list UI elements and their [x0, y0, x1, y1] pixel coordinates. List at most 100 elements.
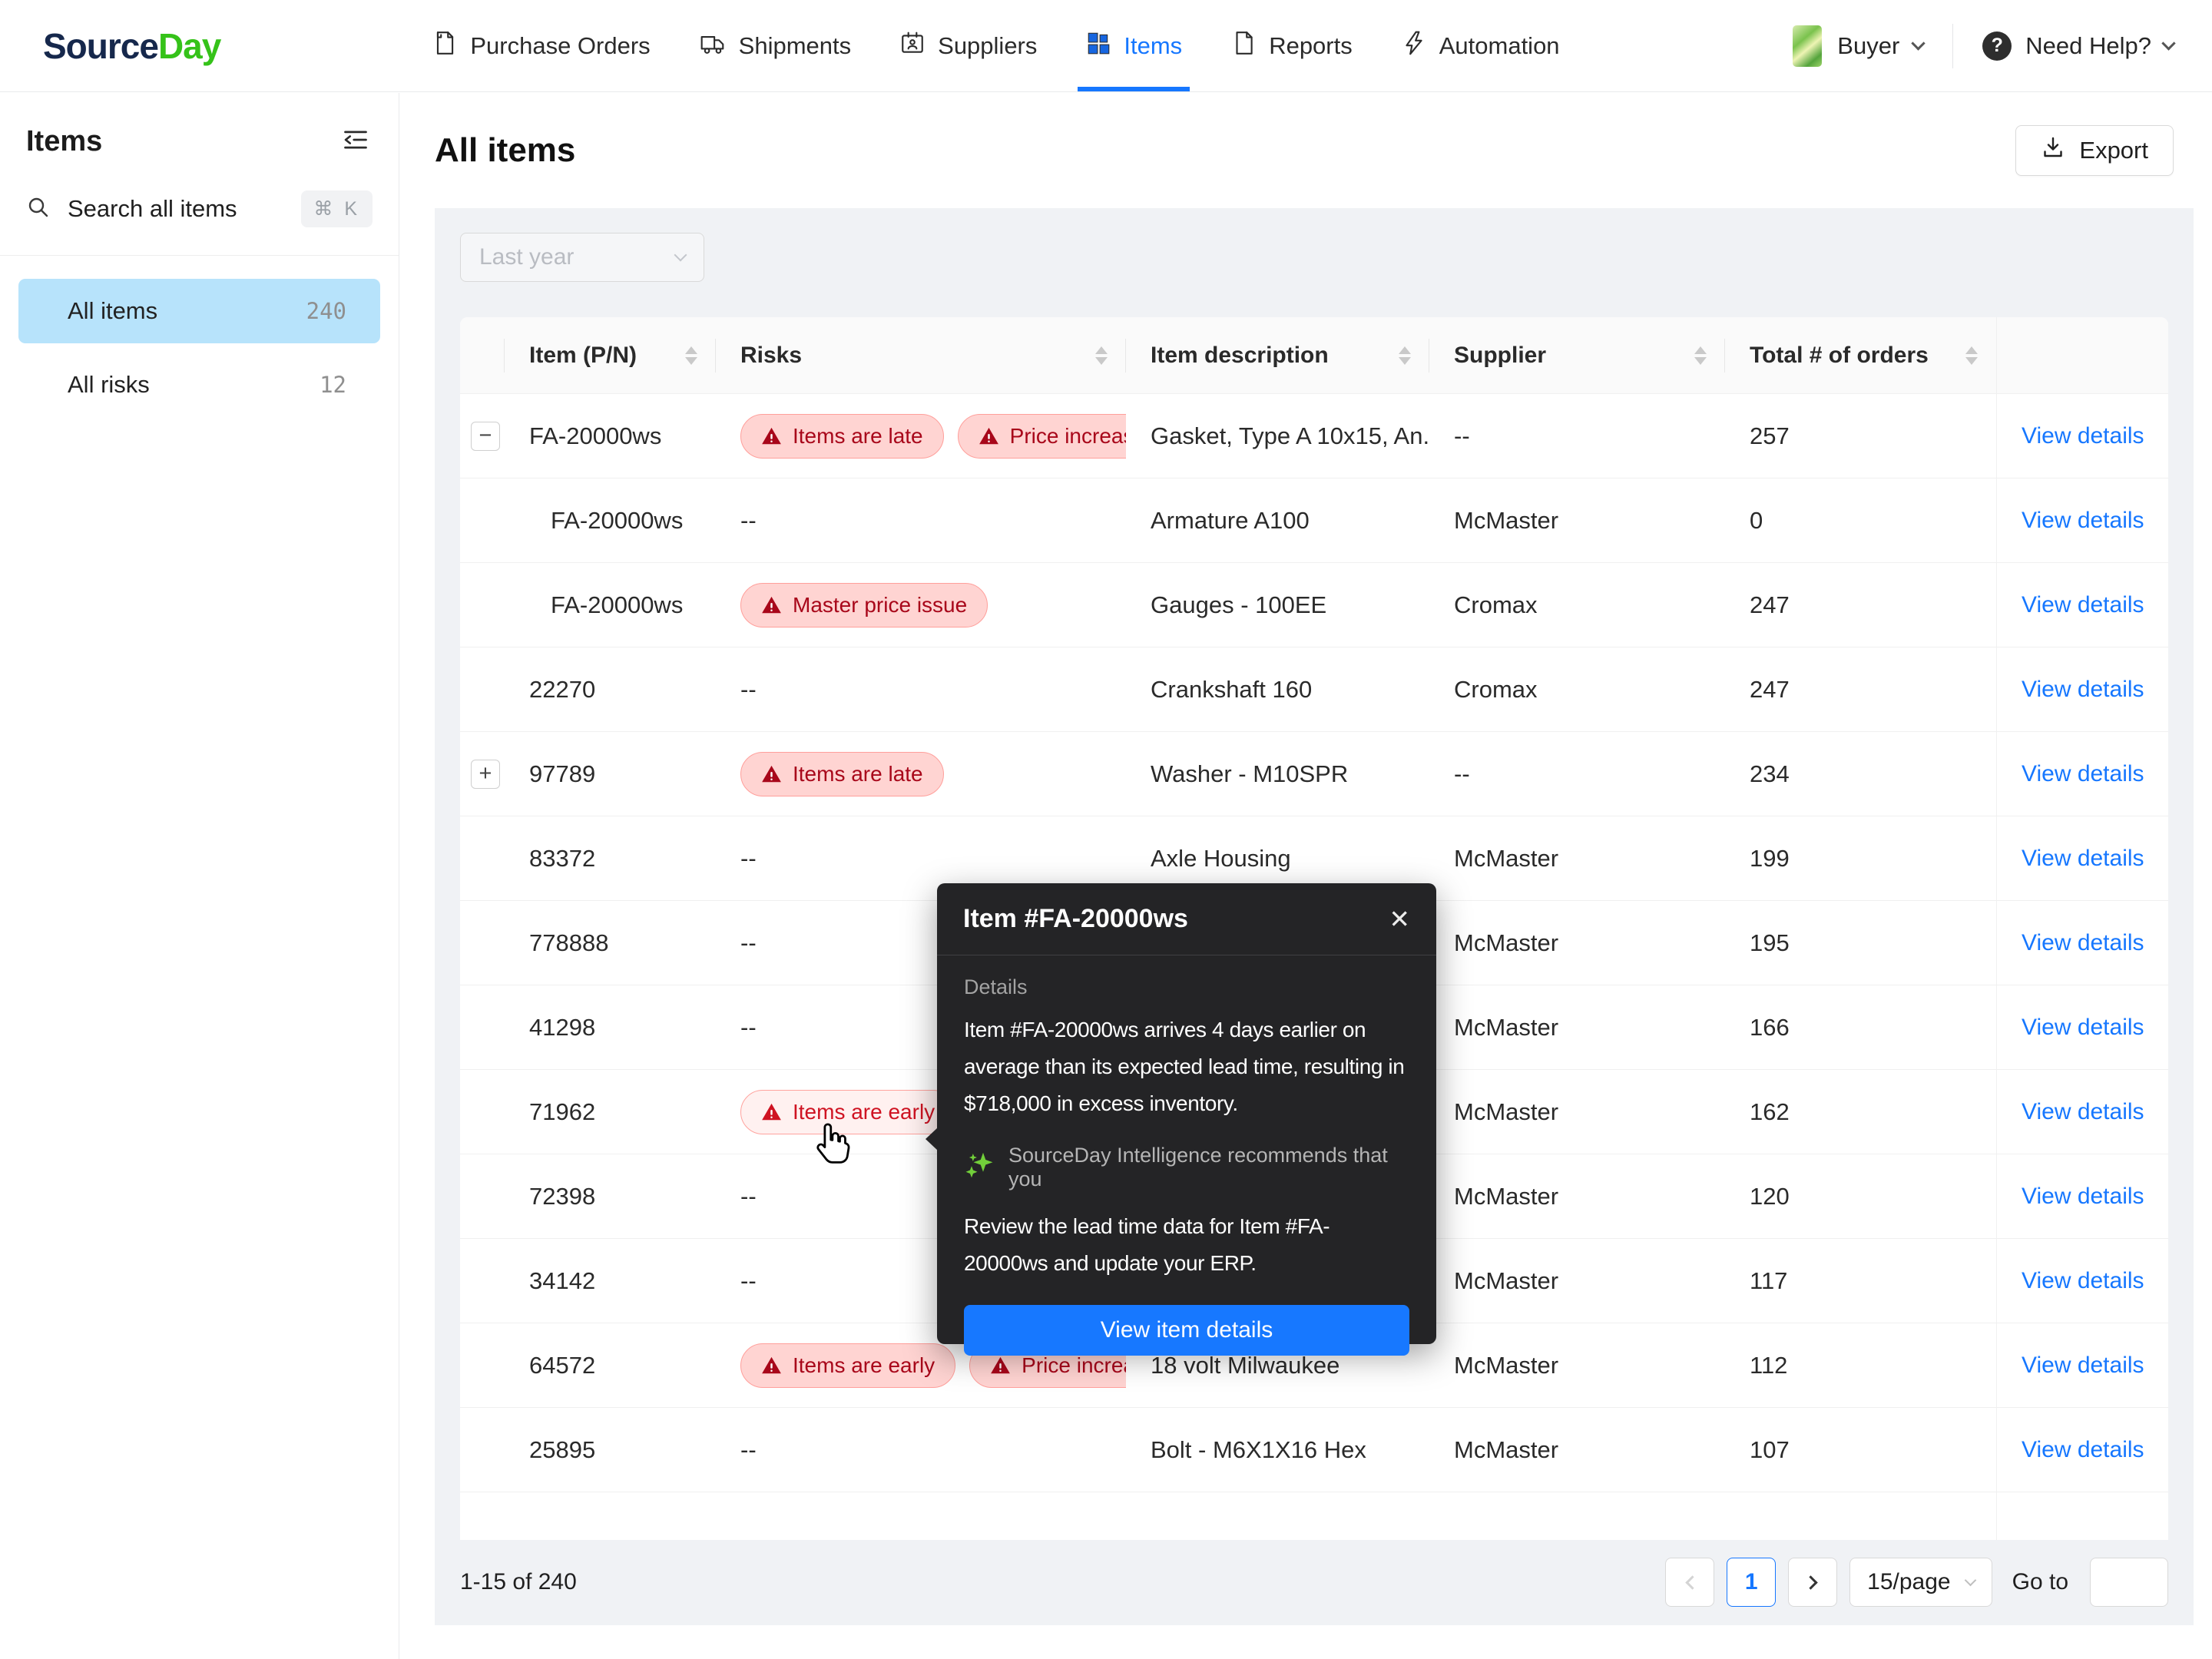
item-pn-cell: 25895 [529, 1435, 596, 1463]
item-pn-cell: FA-20000ws [529, 422, 662, 449]
view-details-link[interactable]: View details [2022, 1015, 2144, 1041]
sidebar-item-label: All risks [68, 371, 150, 398]
item-description-cell: Washer - M10SPR [1151, 760, 1349, 787]
export-button[interactable]: Export [2015, 125, 2174, 176]
view-details-link[interactable]: View details [2022, 677, 2144, 703]
total-orders-cell: 199 [1750, 844, 1790, 872]
search-all-items[interactable]: Search all items ⌘ K [0, 184, 399, 255]
tooltip-details-label: Details [964, 975, 1028, 998]
column-header-supplier[interactable]: Supplier [1429, 317, 1725, 393]
sort-icon[interactable] [1953, 346, 1978, 365]
sort-icon[interactable] [1083, 346, 1108, 365]
chevron-down-icon [1964, 1574, 1976, 1586]
nav-item-purchase-orders[interactable]: Purchase Orders [432, 0, 651, 91]
risk-badge-label: Items are late [793, 761, 923, 786]
user-role-label[interactable]: Buyer [1837, 32, 1899, 60]
help-icon[interactable]: ? [1982, 31, 2012, 61]
tooltip-body-text: Item #FA-20000ws arrives 4 days earlier … [964, 1018, 1405, 1115]
sidebar-item-all-items[interactable]: All items 240 [18, 279, 380, 343]
sidebar-item-all-risks[interactable]: All risks 12 [18, 353, 380, 417]
sort-icon[interactable] [673, 346, 697, 365]
risk-badge[interactable]: Items are early [740, 1343, 956, 1388]
collapse-sidebar-icon[interactable] [342, 126, 369, 157]
search-icon [26, 195, 51, 224]
table-row: FA-20000ws -- Armature A100 McMaster 0 V… [460, 478, 2168, 563]
total-orders-cell: 117 [1750, 1267, 1788, 1294]
risk-badge-label: Items are early [793, 1353, 935, 1377]
item-description-cell: Bolt - M6X1X16 Hex [1151, 1435, 1366, 1463]
close-icon[interactable]: ✕ [1389, 904, 1410, 934]
view-details-link[interactable]: View details [2022, 1353, 2144, 1379]
item-description-cell: Gauges - 100EE [1151, 591, 1327, 618]
risks-cell: Items are late Price increasing [716, 394, 1126, 478]
chevron-left-icon [1684, 1575, 1700, 1590]
nav-divider [1952, 23, 1954, 68]
sidebar-list: All items 240 All risks 12 [0, 256, 399, 449]
nav-item-reports[interactable]: Reports [1230, 0, 1353, 91]
view-details-link[interactable]: View details [2022, 846, 2144, 872]
view-details-link[interactable]: View details [2022, 1184, 2144, 1210]
previous-page-button[interactable] [1665, 1558, 1715, 1607]
sort-icon[interactable] [1682, 346, 1707, 365]
main-content: All items Export Last year Item (P/N) Ri… [400, 93, 2212, 1659]
page-title: All items [435, 131, 576, 169]
page-size-select[interactable]: 15/page [1849, 1558, 1992, 1607]
risks-cell: -- [740, 675, 757, 703]
user-avatar[interactable] [1793, 25, 1823, 67]
column-header-item-description[interactable]: Item description [1126, 317, 1429, 393]
items-sidebar: Items Search all items ⌘ K All items 240… [0, 93, 399, 1659]
chevron-down-icon[interactable] [1911, 36, 1926, 51]
supplier-cell: McMaster [1454, 1098, 1559, 1125]
nav-item-items[interactable]: Items [1078, 0, 1190, 91]
sort-icon[interactable] [1386, 346, 1411, 365]
view-details-link[interactable]: View details [2022, 508, 2144, 534]
user-cluster: Buyer ? Need Help? [1793, 23, 2176, 68]
supplier-cell: McMaster [1454, 1013, 1559, 1041]
nav-item-shipments[interactable]: Shipments [699, 0, 851, 91]
view-details-link[interactable]: View details [2022, 423, 2144, 449]
table-row: 22270 -- Crankshaft 160 Cromax 247 View … [460, 647, 2168, 732]
total-orders-cell: 120 [1750, 1182, 1790, 1210]
purchase-orders-icon [432, 30, 458, 62]
view-details-link[interactable]: View details [2022, 930, 2144, 956]
item-pn-cell: FA-20000ws [551, 506, 684, 534]
nav-label: Shipments [738, 31, 852, 59]
risk-badge[interactable]: Master price issue [740, 582, 988, 628]
sidebar-item-count: 12 [320, 372, 346, 398]
collapse-row-button[interactable]: − [471, 421, 500, 451]
expand-row-button[interactable]: + [471, 759, 500, 789]
view-details-link[interactable]: View details [2022, 761, 2144, 787]
risk-badge[interactable]: Items are late [740, 751, 944, 796]
view-details-link[interactable]: View details [2022, 1268, 2144, 1294]
total-orders-cell: 166 [1750, 1013, 1790, 1041]
date-range-select[interactable]: Last year [460, 233, 704, 282]
need-help-label[interactable]: Need Help? [2025, 32, 2151, 60]
goto-page-input[interactable] [2090, 1558, 2168, 1607]
view-details-link[interactable]: View details [2022, 1099, 2144, 1125]
chevron-down-icon[interactable] [2161, 36, 2176, 51]
view-details-link[interactable]: View details [2022, 592, 2144, 618]
view-details-link[interactable]: View details [2022, 1437, 2144, 1463]
view-item-details-button[interactable]: View item details [964, 1305, 1409, 1356]
column-header-risks[interactable]: Risks [716, 317, 1126, 393]
main-navigation: Purchase Orders Shipments Suppliers Item… [432, 0, 1560, 91]
supplier-cell: McMaster [1454, 506, 1559, 534]
nav-label: Reports [1269, 31, 1353, 59]
nav-item-automation[interactable]: Automation [1401, 0, 1560, 91]
item-pn-cell: FA-20000ws [551, 591, 684, 618]
page-number-button[interactable]: 1 [1727, 1558, 1777, 1607]
logo-day-text: Day [157, 25, 221, 66]
nav-item-suppliers[interactable]: Suppliers [899, 0, 1037, 91]
top-navigation-bar: SourceDay Purchase Orders Shipments Supp… [0, 0, 2212, 92]
next-page-button[interactable] [1788, 1558, 1838, 1607]
sidebar-item-label: All items [68, 297, 158, 324]
column-header-item-pn[interactable]: Item (P/N) [505, 317, 716, 393]
column-header-total-orders[interactable]: Total # of orders [1725, 317, 1996, 393]
risk-badge[interactable]: Price increasing [957, 413, 1126, 459]
item-pn-cell: 64572 [529, 1351, 596, 1379]
supplier-cell: McMaster [1454, 844, 1559, 872]
item-pn-cell: 72398 [529, 1182, 596, 1210]
logo-source-text: Source [43, 25, 159, 66]
table-row: − FA-20000ws Items are late Price increas… [460, 394, 2168, 478]
risk-badge[interactable]: Items are late [740, 413, 944, 459]
